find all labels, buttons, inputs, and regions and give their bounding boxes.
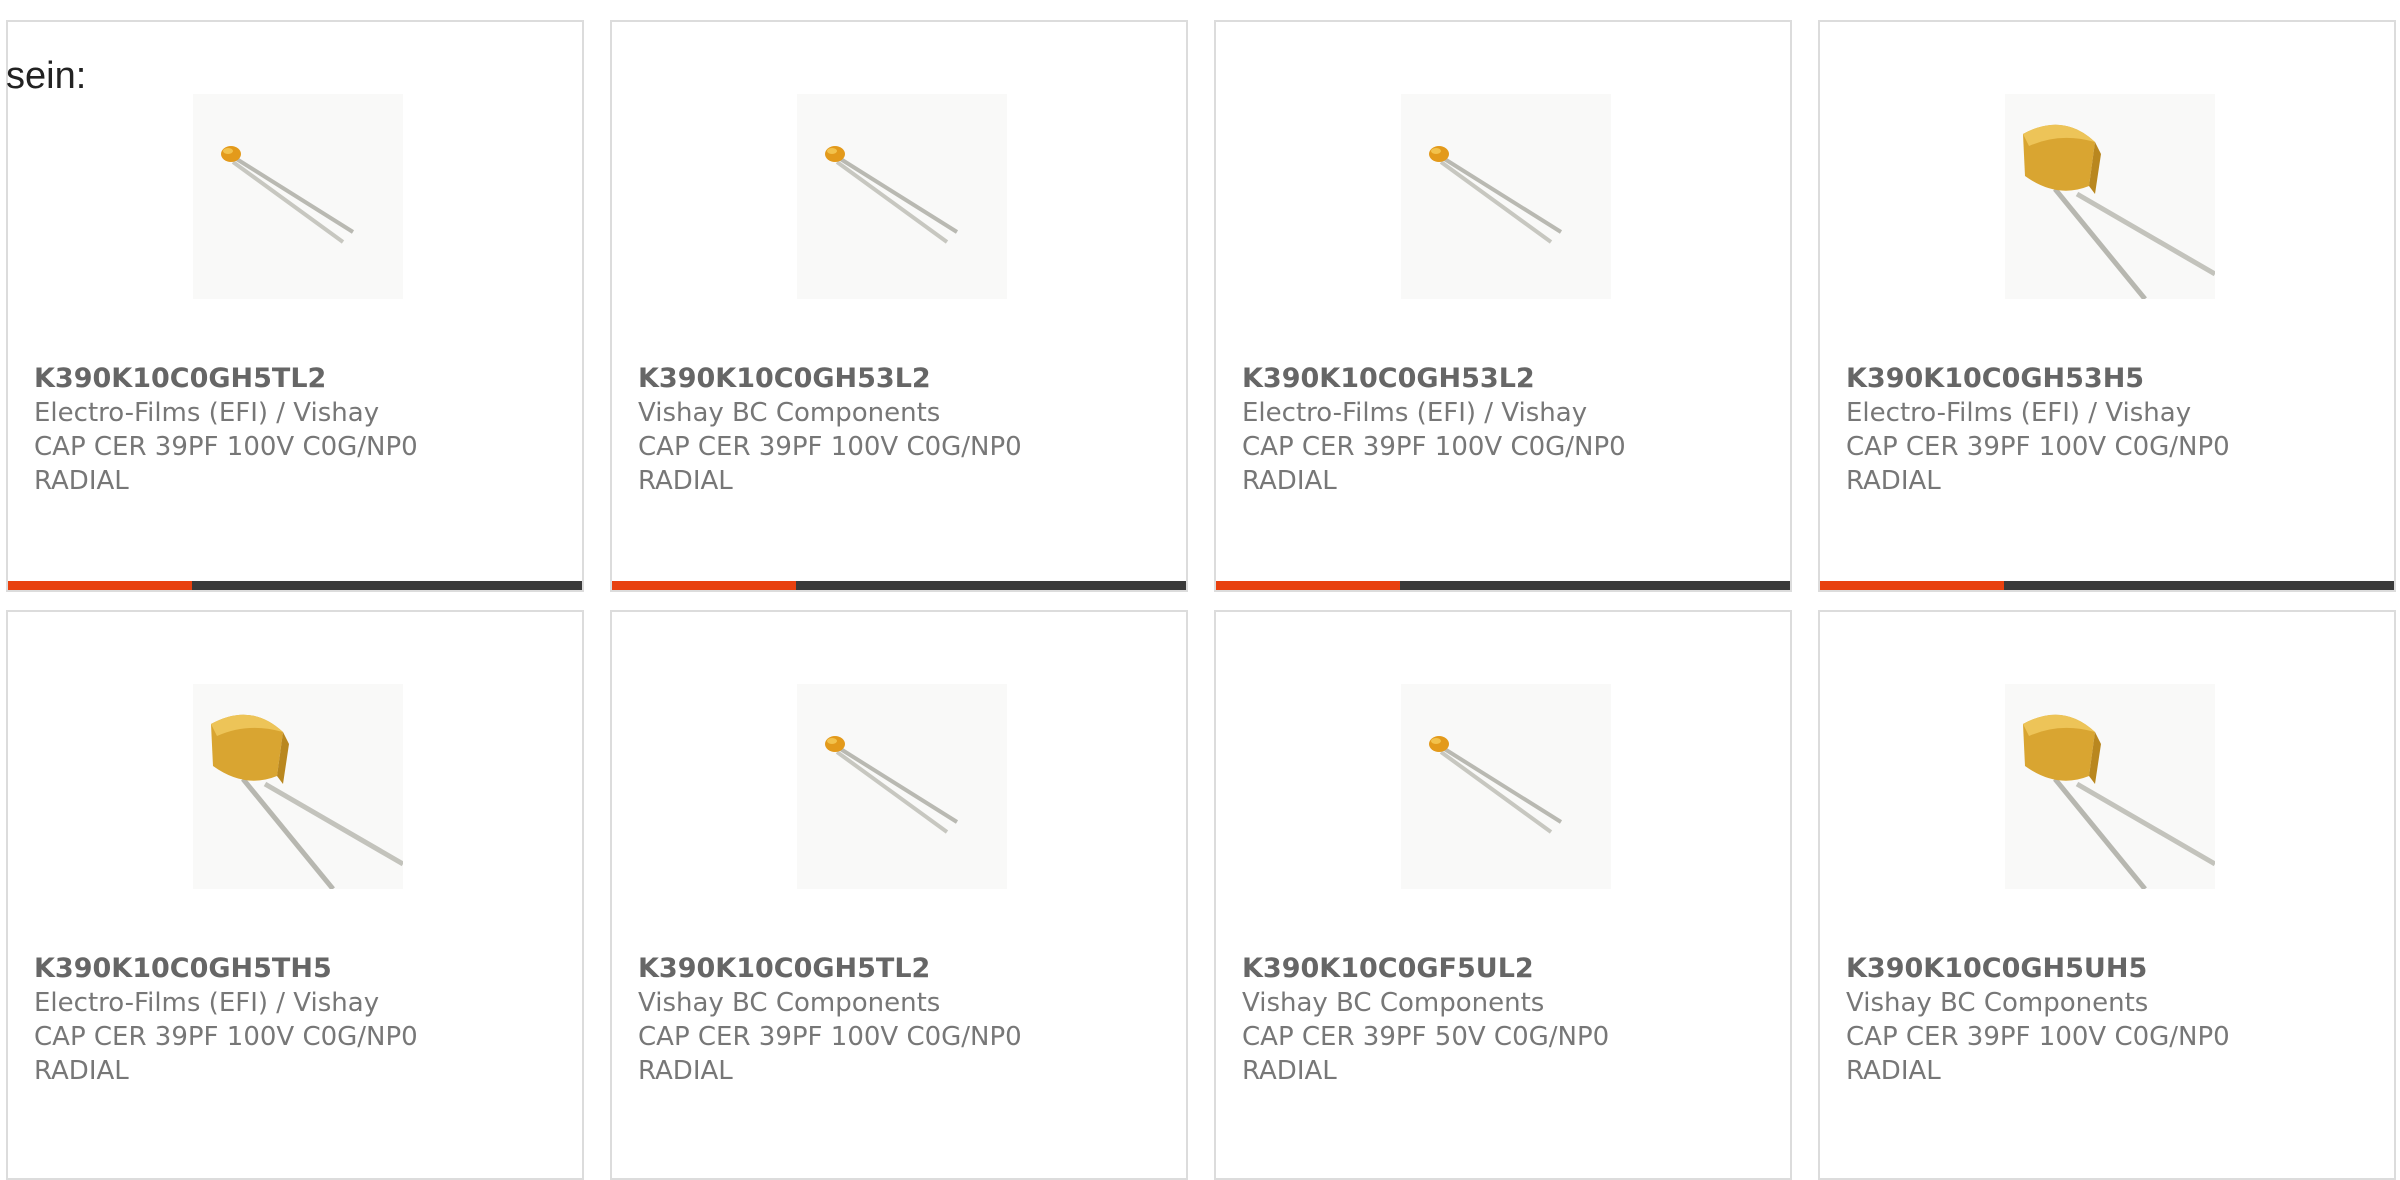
- package: RADIAL: [1242, 466, 1337, 496]
- small-disc-capacitor-icon: [1429, 146, 1563, 244]
- product-image[interactable]: [1401, 94, 1611, 299]
- part-number-link[interactable]: K390K10C0GH53H5: [1846, 362, 2386, 396]
- progress-bar: [1820, 581, 2394, 590]
- description: CAP CER 39PF 100V C0G/NP0: [1242, 432, 1626, 462]
- part-number-link[interactable]: K390K10C0GH5TL2: [638, 952, 1178, 986]
- product-card[interactable]: K390K10C0GH53H5 Electro-Films (EFI) / Vi…: [1818, 20, 2396, 592]
- progress-bar-fill: [8, 581, 192, 590]
- package: RADIAL: [638, 1056, 733, 1086]
- product-image[interactable]: [2005, 94, 2215, 299]
- small-disc-capacitor-icon: [221, 146, 355, 244]
- large-capacitor-icon: [211, 714, 403, 889]
- product-card[interactable]: K390K10C0GH5TL2 Vishay BC Components CAP…: [610, 610, 1188, 1180]
- description: CAP CER 39PF 100V C0G/NP0: [1846, 432, 2230, 462]
- progress-bar: [1216, 581, 1790, 590]
- product-info: K390K10C0GH5TL2 Vishay BC Components CAP…: [638, 952, 1178, 1088]
- product-card[interactable]: K390K10C0GH53L2 Electro-Films (EFI) / Vi…: [1214, 20, 1792, 592]
- product-card[interactable]: K390K10C0GH5UH5 Vishay BC Components CAP…: [1818, 610, 2396, 1180]
- progress-bar: [612, 581, 1186, 590]
- manufacturer: Vishay BC Components: [1242, 988, 1545, 1018]
- product-info: K390K10C0GH53H5 Electro-Films (EFI) / Vi…: [1846, 362, 2386, 498]
- product-image[interactable]: [193, 684, 403, 889]
- product-image[interactable]: [797, 684, 1007, 889]
- package: RADIAL: [1242, 1056, 1337, 1086]
- product-info: K390K10C0GF5UL2 Vishay BC Components CAP…: [1242, 952, 1782, 1088]
- part-number-link[interactable]: K390K10C0GF5UL2: [1242, 952, 1782, 986]
- progress-bar-fill: [1820, 581, 2004, 590]
- part-number-link[interactable]: K390K10C0GH5TH5: [34, 952, 574, 986]
- manufacturer: Electro-Films (EFI) / Vishay: [34, 398, 380, 428]
- product-info: K390K10C0GH5UH5 Vishay BC Components CAP…: [1846, 952, 2386, 1088]
- product-image[interactable]: [2005, 684, 2215, 889]
- part-number-link[interactable]: K390K10C0GH53L2: [638, 362, 1178, 396]
- part-number-link[interactable]: K390K10C0GH5UH5: [1846, 952, 2386, 986]
- product-info: K390K10C0GH5TL2 Electro-Films (EFI) / Vi…: [34, 362, 574, 498]
- manufacturer: Vishay BC Components: [1846, 988, 2149, 1018]
- package: RADIAL: [638, 466, 733, 496]
- product-info: K390K10C0GH53L2 Vishay BC Components CAP…: [638, 362, 1178, 498]
- description: CAP CER 39PF 100V C0G/NP0: [638, 432, 1022, 462]
- manufacturer: Electro-Films (EFI) / Vishay: [1846, 398, 2192, 428]
- manufacturer: Vishay BC Components: [638, 398, 941, 428]
- description: CAP CER 39PF 100V C0G/NP0: [34, 432, 418, 462]
- progress-bar-fill: [1216, 581, 1400, 590]
- product-card[interactable]: K390K10C0GH5TL2 Electro-Films (EFI) / Vi…: [6, 20, 584, 592]
- description: CAP CER 39PF 50V C0G/NP0: [1242, 1022, 1610, 1052]
- manufacturer: Electro-Films (EFI) / Vishay: [34, 988, 380, 1018]
- manufacturer: Vishay BC Components: [638, 988, 941, 1018]
- product-grid: K390K10C0GH5TL2 Electro-Films (EFI) / Vi…: [0, 0, 2400, 1180]
- progress-bar-fill: [612, 581, 796, 590]
- product-image[interactable]: [193, 94, 403, 299]
- product-card[interactable]: K390K10C0GH5TH5 Electro-Films (EFI) / Vi…: [6, 610, 584, 1180]
- package: RADIAL: [34, 466, 129, 496]
- product-card[interactable]: K390K10C0GH53L2 Vishay BC Components CAP…: [610, 20, 1188, 592]
- large-capacitor-icon: [2023, 124, 2215, 299]
- product-image[interactable]: [1401, 684, 1611, 889]
- product-image[interactable]: [797, 94, 1007, 299]
- part-number-link[interactable]: K390K10C0GH53L2: [1242, 362, 1782, 396]
- small-disc-capacitor-icon: [825, 146, 959, 244]
- progress-bar: [8, 581, 582, 590]
- product-info: K390K10C0GH5TH5 Electro-Films (EFI) / Vi…: [34, 952, 574, 1088]
- description: CAP CER 39PF 100V C0G/NP0: [34, 1022, 418, 1052]
- small-disc-capacitor-icon: [1429, 736, 1563, 834]
- product-card[interactable]: K390K10C0GF5UL2 Vishay BC Components CAP…: [1214, 610, 1792, 1180]
- description: CAP CER 39PF 100V C0G/NP0: [638, 1022, 1022, 1052]
- package: RADIAL: [1846, 1056, 1941, 1086]
- product-info: K390K10C0GH53L2 Electro-Films (EFI) / Vi…: [1242, 362, 1782, 498]
- small-disc-capacitor-icon: [825, 736, 959, 834]
- intro-text: sein:: [6, 55, 87, 97]
- manufacturer: Electro-Films (EFI) / Vishay: [1242, 398, 1588, 428]
- large-capacitor-icon: [2023, 714, 2215, 889]
- package: RADIAL: [34, 1056, 129, 1086]
- description: CAP CER 39PF 100V C0G/NP0: [1846, 1022, 2230, 1052]
- package: RADIAL: [1846, 466, 1941, 496]
- part-number-link[interactable]: K390K10C0GH5TL2: [34, 362, 574, 396]
